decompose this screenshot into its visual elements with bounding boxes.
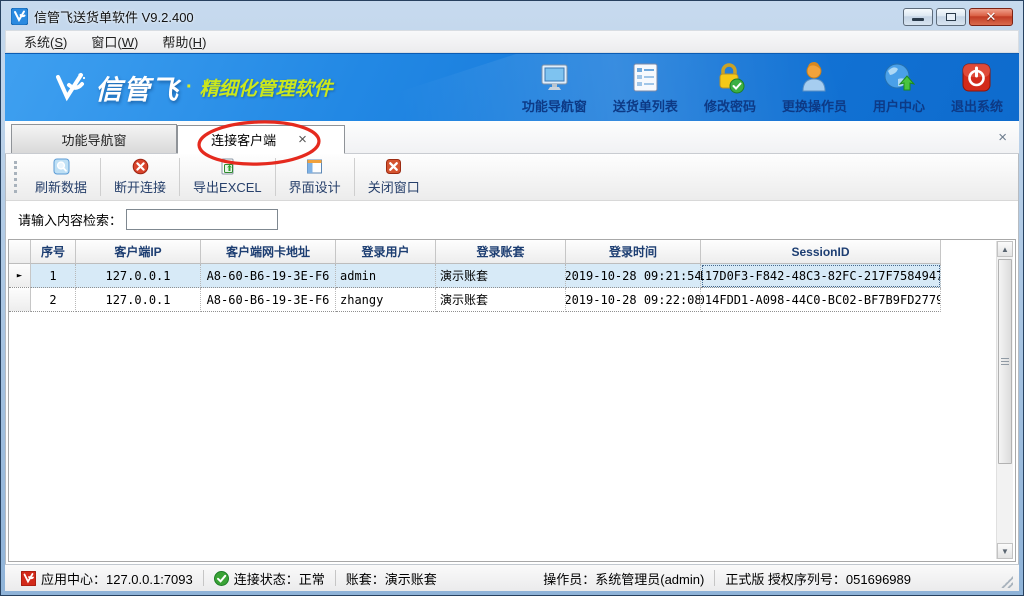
col-header[interactable]: 登录用户 (336, 240, 436, 264)
status-license: 正式版 授权序列号：051696989 (715, 569, 921, 588)
menu-system[interactable]: 系统(S) (14, 30, 77, 53)
client-grid-area: 序号 客户端IP 客户端网卡地址 登录用户 登录账套 登录时间 SessionI… (8, 239, 1016, 562)
toolbar-grip[interactable] (14, 161, 18, 193)
close-window-icon (385, 158, 402, 175)
menu-bar: 系统(S) 窗口(W) 帮助(H) (5, 30, 1019, 53)
scrollbar-thumb[interactable] (998, 259, 1012, 464)
status-operator: 操作员：系统管理员(admin) (533, 569, 714, 588)
table-row[interactable]: 2 127.0.0.1 A8-60-B6-19-3E-F6 zhangy 演示账… (9, 288, 994, 312)
nav-user-center[interactable]: 用户中心 (873, 61, 925, 115)
scroll-down-icon[interactable]: ▼ (997, 543, 1013, 559)
export-excel-button[interactable]: 导出EXCEL (180, 155, 275, 199)
refresh-icon (53, 158, 70, 175)
focused-cell: {B117D0F3-F842-48C3-82FC-217F75849477} (701, 264, 941, 288)
close-window-button[interactable]: 关闭窗口 (355, 155, 433, 199)
disconnect-button[interactable]: 断开连接 (101, 155, 179, 199)
col-header[interactable]: 登录账套 (436, 240, 566, 264)
scrollbar-track[interactable] (997, 257, 1013, 543)
nav-function-navigator[interactable]: 功能导航窗 (522, 61, 587, 115)
col-header[interactable]: 序号 (31, 240, 76, 264)
col-header[interactable]: 登录时间 (566, 240, 701, 264)
content-panel: 刷新数据 断开连接 导出EXCEL (5, 154, 1019, 564)
tab-connected-clients[interactable]: 连接客户端 × (177, 125, 345, 154)
window-toolbar: 刷新数据 断开连接 导出EXCEL (6, 154, 1018, 201)
tabstrip-close-icon[interactable]: × (998, 129, 1007, 146)
scroll-up-icon[interactable]: ▲ (997, 241, 1013, 257)
header-row-selector (9, 240, 31, 264)
brand-banner: 信管飞 · 精细化管理软件 功能导航窗 (5, 53, 1019, 121)
brand-slogan: 精细化管理软件 (200, 74, 333, 101)
monitor-icon (538, 61, 571, 94)
banner-nav: 功能导航窗 送货单列表 修改密码 (522, 61, 1019, 115)
row-selector (9, 288, 31, 312)
menu-window[interactable]: 窗口(W) (81, 30, 148, 53)
nav-delivery-list[interactable]: 送货单列表 (613, 61, 678, 115)
minimize-icon (912, 18, 924, 21)
vertical-scrollbar[interactable]: ▲ ▼ (996, 241, 1013, 559)
menu-help[interactable]: 帮助(H) (152, 30, 216, 53)
ui-design-icon (306, 158, 323, 175)
globe-icon (882, 61, 915, 94)
brand-name: 信管飞 (95, 68, 179, 107)
app-logo-icon (11, 8, 28, 25)
grid-header-row: 序号 客户端IP 客户端网卡地址 登录用户 登录账套 登录时间 SessionI… (9, 240, 994, 264)
export-excel-icon (219, 158, 236, 175)
ui-design-button[interactable]: 界面设计 (276, 155, 354, 199)
disconnect-icon (132, 158, 149, 175)
user-icon (798, 61, 831, 94)
client-grid: 序号 客户端IP 客户端网卡地址 登录用户 登录账套 登录时间 SessionI… (9, 240, 994, 561)
window-title: 信管飞送货单软件 V9.2.400 (34, 7, 194, 26)
close-button[interactable]: ✕ (969, 8, 1013, 26)
status-bar: 应用中心：127.0.0.1:7093 连接状态：正常 账套：演示账套 操作员：… (5, 564, 1019, 591)
app-window: 信管飞送货单软件 V9.2.400 ✕ 系统(S) 窗口(W) 帮助(H) 信管… (0, 0, 1024, 596)
lock-icon (713, 61, 746, 94)
connection-ok-icon (214, 571, 229, 586)
tab-function-navigator[interactable]: 功能导航窗 (11, 124, 177, 153)
search-row: 请输入内容检索： (6, 201, 1018, 238)
title-bar: 信管飞送货单软件 V9.2.400 ✕ (5, 1, 1019, 30)
nav-change-password[interactable]: 修改密码 (704, 61, 756, 115)
resize-grip[interactable] (1001, 576, 1013, 588)
nav-switch-operator[interactable]: 更换操作员 (782, 61, 847, 115)
close-icon: ✕ (986, 10, 997, 23)
brand-separator: · (186, 76, 193, 99)
status-app-center: 应用中心：127.0.0.1:7093 (11, 569, 203, 588)
col-header[interactable]: SessionID (701, 240, 941, 264)
minimize-button[interactable] (903, 8, 933, 26)
status-account: 账套：演示账套 (336, 569, 447, 588)
power-icon (960, 61, 993, 94)
col-header[interactable]: 客户端IP (76, 240, 201, 264)
tab-strip: 功能导航窗 连接客户端 × × (5, 121, 1019, 154)
app-center-icon (21, 571, 36, 586)
refresh-data-button[interactable]: 刷新数据 (22, 155, 100, 199)
nav-exit-system[interactable]: 退出系统 (951, 61, 1003, 115)
table-row[interactable]: ► 1 127.0.0.1 A8-60-B6-19-3E-F6 admin 演示… (9, 264, 994, 288)
col-header[interactable]: 客户端网卡地址 (201, 240, 336, 264)
brand-logo-icon (53, 71, 87, 105)
tab-close-icon[interactable]: × (294, 131, 311, 148)
search-label: 请输入内容检索： (18, 210, 122, 229)
maximize-button[interactable] (936, 8, 966, 26)
maximize-icon (946, 13, 956, 21)
list-icon (629, 61, 662, 94)
row-selector-arrow: ► (9, 264, 31, 288)
window-controls: ✕ (903, 8, 1015, 26)
status-connection: 连接状态：正常 (204, 569, 335, 588)
brand-logo: 信管飞 · 精细化管理软件 (5, 68, 333, 107)
search-input[interactable] (126, 209, 278, 230)
